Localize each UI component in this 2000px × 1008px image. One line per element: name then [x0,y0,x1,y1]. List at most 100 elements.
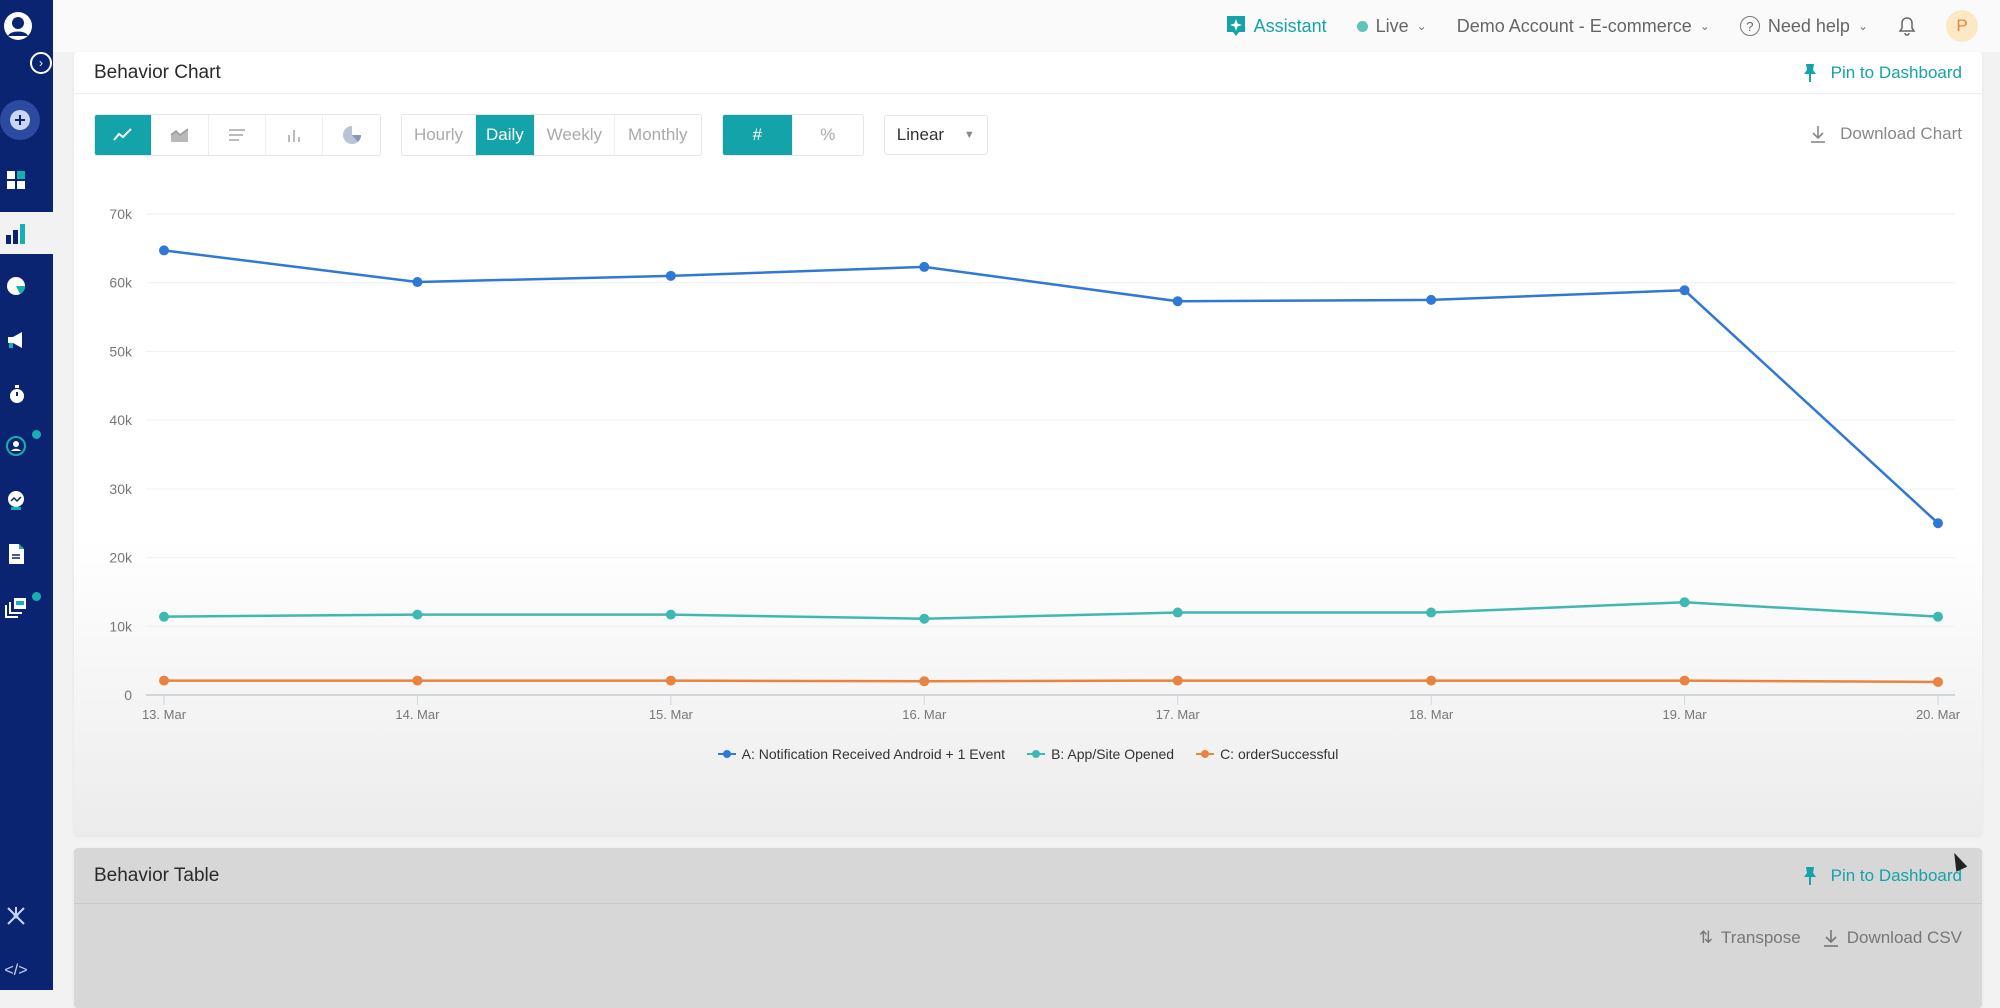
series-line-b [163,600,1939,620]
integrations-network-icon[interactable] [0,900,32,932]
behavior-chart-card: Behavior Chart Pin to Dashboard Hourly D… [74,52,1982,835]
x-tick-label: 15. Mar [649,707,694,722]
granularity-hourly[interactable]: Hourly [402,115,476,155]
legend-item-b[interactable]: B: App/Site Opened [1027,746,1174,762]
horizontal-bar-button[interactable] [209,115,266,155]
notifications-button[interactable] [1898,16,1916,36]
legend-label: A: Notification Received Android + 1 Eve… [741,746,1006,762]
data-point [1679,597,1690,608]
assistant-label: Assistant [1253,15,1327,36]
y-tick-label: 40k [109,412,133,428]
reports-document-icon[interactable] [0,538,32,570]
download-csv-button[interactable]: Download CSV [1823,928,1962,948]
behavior-table-card: Behavior Table Pin to Dashboard ⇅ Transp… [74,848,1982,1008]
x-tick-label: 13. Mar [142,707,187,722]
pin-icon [1803,866,1816,885]
granularity-weekly[interactable]: Weekly [535,115,615,155]
notification-dot [32,430,41,439]
dashboard-icon[interactable] [0,164,32,196]
insights-trend-icon[interactable] [0,484,32,516]
data-point [412,609,423,620]
data-point [1933,611,1943,622]
legend-label: B: App/Site Opened [1051,746,1175,762]
caret-down-icon: ▼ [963,129,975,141]
pie-chart-button[interactable] [323,115,380,155]
area-chart-icon [170,128,189,142]
data-point [665,270,676,281]
help-menu[interactable]: ? Need help ⌄ [1739,16,1868,37]
y-tick-label: 30k [109,481,133,497]
analytics-bar-icon[interactable] [0,218,32,250]
data-point [1933,676,1943,687]
transpose-label: Transpose [1721,928,1801,947]
chart-type-group [94,114,381,156]
y-tick-label: 60k [109,275,133,291]
avatar-initial: P [1956,16,1968,35]
legend-item-c[interactable]: C: orderSuccessful [1196,746,1338,762]
value-mode-group: # % [721,114,864,156]
legend-item-a[interactable]: A: Notification Received Android + 1 Eve… [717,746,1006,762]
data-point [919,613,930,624]
value-mode-percent[interactable]: % [793,115,863,155]
sidebar: › </> [0,0,53,990]
behavior-table-header: Behavior Table Pin to Dashboard [74,848,1982,904]
legend-marker [717,749,736,759]
journeys-stopwatch-icon[interactable] [0,378,32,410]
account-label: Demo Account - E-commerce [1456,15,1692,36]
scale-select[interactable]: Linear ▼ [883,115,988,155]
value-mode-count[interactable]: # [722,115,793,155]
legend-label: C: orderSuccessful [1220,746,1339,762]
behavior-chart-title: Behavior Chart [94,61,221,83]
expand-sidebar-icon[interactable]: › [30,52,52,74]
granularity-group: Hourly Daily Weekly Monthly [401,114,702,156]
chevron-down-icon: ⌄ [1699,19,1710,33]
data-point [412,277,423,288]
environment-selector[interactable]: Live ⌄ [1356,15,1427,37]
assistant-button[interactable]: Assistant [1226,15,1327,37]
download-chart-button[interactable]: Download Chart [1810,114,1962,154]
data-point [665,609,676,620]
x-tick-label: 14. Mar [395,707,440,722]
y-tick-label: 50k [109,343,133,359]
developer-code-icon[interactable]: </> [0,955,32,987]
vertical-bar-button[interactable] [266,115,323,155]
personalization-user-target-icon[interactable] [0,430,32,462]
table-pin-to-dashboard-button[interactable]: Pin to Dashboard [1803,866,1962,886]
table-actions: ⇅ Transpose Download CSV [1699,928,1962,948]
series-line-a [163,249,1939,525]
transpose-icon: ⇅ [1698,928,1714,947]
chart-legend: A: Notification Received Android + 1 Eve… [74,746,1982,762]
campaigns-megaphone-icon[interactable] [0,324,32,356]
user-profile-icon[interactable] [2,10,34,42]
pin-label: Pin to Dashboard [1830,865,1962,885]
create-plus-icon[interactable] [0,100,40,140]
account-selector[interactable]: Demo Account - E-commerce ⌄ [1457,16,1710,37]
chevron-down-icon: ⌄ [1416,19,1427,33]
bell-icon [1898,17,1916,36]
pie-chart-icon [342,126,361,144]
data-point [1679,675,1690,686]
legend-marker [1196,749,1215,759]
environment-label: Live [1375,15,1409,36]
area-chart-button[interactable] [152,115,209,155]
y-tick-label: 20k [109,550,133,566]
data-point [665,675,676,686]
chart-toolbar: Hourly Daily Weekly Monthly # % Linear ▼… [94,114,1962,156]
granularity-daily[interactable]: Daily [476,115,535,155]
x-tick-label: 17. Mar [1156,707,1201,722]
x-tick-label: 20. Mar [1916,707,1961,722]
pin-to-dashboard-button[interactable]: Pin to Dashboard [1803,63,1962,83]
top-bar: Assistant Live ⌄ Demo Account - E-commer… [53,0,2000,52]
content-cards-icon[interactable] [0,592,32,624]
data-point [919,676,930,687]
pin-label: Pin to Dashboard [1830,62,1962,82]
transpose-button[interactable]: ⇅ Transpose [1699,928,1801,948]
user-avatar[interactable]: P [1946,10,1978,42]
data-point [159,675,169,686]
granularity-monthly[interactable]: Monthly [615,115,701,155]
data-point [412,675,423,686]
data-point [159,611,169,622]
data-point [1426,675,1437,686]
line-chart-button[interactable] [95,115,152,155]
segments-pie-icon[interactable] [0,270,32,302]
